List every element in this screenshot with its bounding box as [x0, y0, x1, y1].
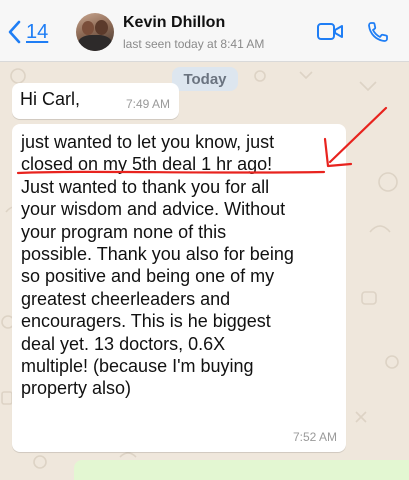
message-time: 7:52 AM [292, 430, 337, 444]
date-separator: Today [172, 67, 238, 91]
back-chevron-icon [8, 20, 21, 44]
avatar[interactable] [76, 13, 114, 51]
message-bubble[interactable]: just wanted to let you know, just closed… [12, 124, 346, 452]
message-time: 7:49 AM [125, 97, 170, 111]
last-seen-status: last seen today at 8:41 AM [123, 37, 265, 51]
chat-area[interactable]: Today Hi Carl, 7:49 AM just wanted to le… [0, 62, 409, 480]
unread-count: 14 [26, 20, 49, 43]
message-bubble[interactable]: Hi Carl, 7:49 AM [12, 83, 179, 119]
outgoing-message-bubble[interactable] [74, 460, 409, 480]
chat-header: 14 Kevin Dhillon last seen today at 8:41… [0, 0, 409, 62]
message-text: Hi Carl, [20, 89, 81, 109]
phone-icon[interactable] [366, 19, 390, 45]
video-camera-icon[interactable] [316, 22, 344, 42]
contact-name[interactable]: Kevin Dhillon [123, 14, 225, 32]
message-text: just wanted to let you know, just closed… [21, 132, 294, 399]
back-button[interactable]: 14 [8, 17, 48, 47]
